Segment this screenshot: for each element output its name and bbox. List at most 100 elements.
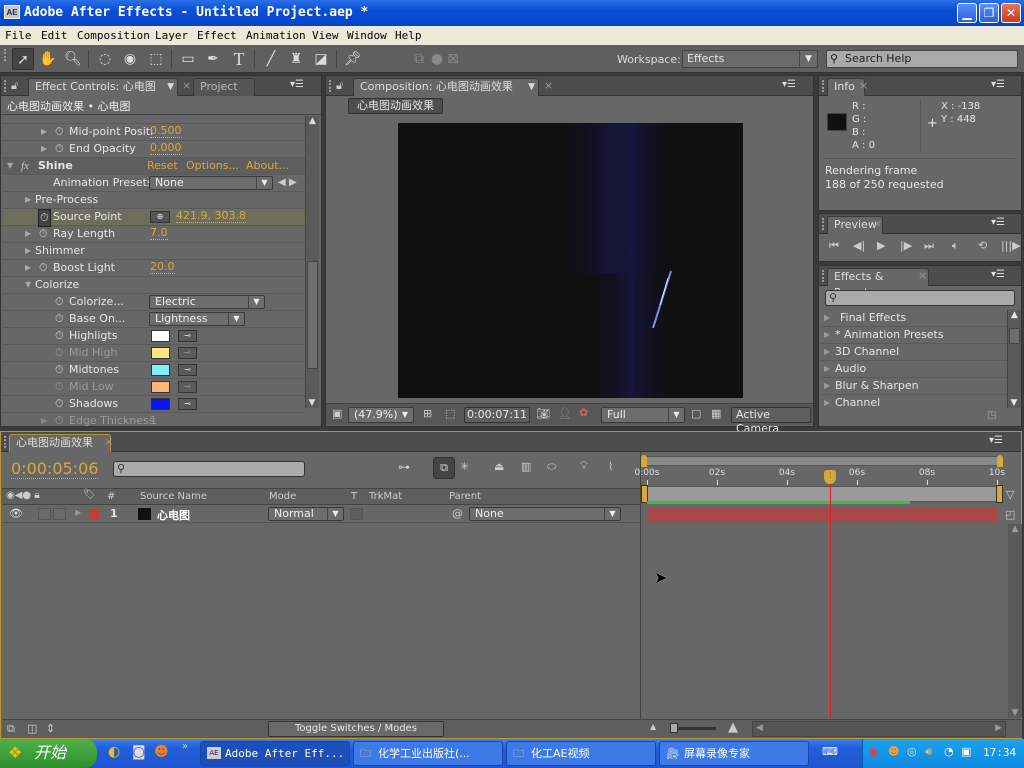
expand-arrow-icon[interactable]: ▶ (41, 141, 47, 157)
eyedropper-icon[interactable]: ⊸ (178, 347, 197, 359)
motion-blur-icon[interactable]: ⬭ (547, 460, 556, 474)
column-trkmat[interactable]: TrkMat (369, 491, 402, 502)
stopwatch-icon[interactable]: ⏱︎ (38, 209, 51, 227)
sync-tray-icon[interactable]: ◔ (944, 745, 954, 758)
current-time-display[interactable]: 0:00:07:11 (464, 407, 530, 423)
panel-menu-icon[interactable]: ▾☰ (989, 435, 1003, 446)
panel-grip[interactable] (4, 436, 8, 448)
task-folder-publisher[interactable]: 🗀 化学工业出版社(... (353, 741, 503, 766)
composition-viewer[interactable] (398, 123, 743, 398)
scroll-thumb[interactable] (1009, 328, 1020, 344)
blend-mode-dropdown[interactable]: Normal ▼ (268, 507, 344, 521)
tab-project[interactable]: Project (193, 78, 255, 96)
restore-button[interactable]: ❐ (979, 3, 999, 23)
close-tab-icon[interactable]: × (544, 79, 553, 92)
label-color-swatch[interactable] (89, 509, 99, 519)
tab-timeline[interactable]: 心电图动画效果 (9, 434, 111, 452)
expand-arrow-icon[interactable]: ▶ (824, 344, 830, 360)
brush-tool-icon[interactable]: ╱ (260, 48, 282, 70)
expand-arrow-icon[interactable]: ▶ (25, 260, 31, 276)
clock[interactable]: 17:34 (983, 746, 1016, 759)
about-link[interactable]: About... (246, 158, 289, 174)
zoom-tool-icon[interactable]: 🔍︎ (62, 48, 84, 70)
colorize-dropdown[interactable]: Electric ▼ (149, 295, 265, 309)
expand-arrow-icon[interactable]: ▶ (25, 243, 31, 259)
menu-effect[interactable]: Effect (197, 29, 237, 42)
network-tray-icon[interactable]: ◎ (907, 745, 917, 758)
camera-view-dropdown[interactable]: Active Camera (731, 407, 811, 435)
property-value[interactable]: 0.500 (150, 124, 182, 138)
play-icon[interactable]: ▶ (877, 239, 885, 252)
in-out-icon[interactable]: ⇕ (46, 722, 55, 735)
close-tab-icon[interactable]: × (104, 435, 113, 448)
last-frame-icon[interactable]: ⏭ (924, 239, 934, 253)
timeline-zoom-icon[interactable]: ◰ (1005, 508, 1015, 521)
layer-duration-bar[interactable] (647, 507, 997, 522)
expand-arrow-icon[interactable]: ▶ (41, 413, 47, 426)
column-t[interactable]: T (351, 491, 357, 502)
effects-category-item[interactable]: ▶ Final Effects (821, 310, 1007, 327)
scroll-thumb[interactable] (307, 261, 318, 369)
scroll-up-icon[interactable]: ▲ (1008, 310, 1021, 320)
menu-edit[interactable]: Edit (41, 29, 68, 42)
timeline-scrollbar[interactable]: ▲ ▼ (1008, 524, 1022, 718)
crosshair-icon[interactable]: ⊕ (150, 211, 170, 223)
panel-grip[interactable] (4, 49, 8, 61)
property-value[interactable]: 1 (150, 413, 157, 426)
prev-preset-icon[interactable]: ◀ (278, 175, 286, 191)
eyedropper-icon[interactable]: ⊸ (178, 381, 197, 393)
rotation-tool-icon[interactable]: ◌ (94, 48, 116, 70)
tab-composition[interactable]: Composition: 心电图动画效果 ▼ (353, 78, 539, 96)
scroll-left-icon[interactable]: ◀ (756, 723, 763, 733)
menu-file[interactable]: File (5, 29, 32, 42)
color-swatch[interactable] (151, 347, 170, 359)
rectangle-tool-icon[interactable]: ▭ (177, 48, 199, 70)
next-preset-icon[interactable]: ▶ (289, 175, 297, 191)
task-after-effects[interactable]: AE Adobe After Eff... (200, 741, 350, 766)
panel-grip[interactable] (822, 270, 826, 282)
audio-icon[interactable]: 🔈︎ (952, 239, 959, 253)
tab-effect-controls[interactable]: Effect Controls: 心电图 ▼ (28, 78, 178, 96)
color-swatch[interactable] (151, 398, 170, 410)
stopwatch-icon[interactable]: ⏱︎ (55, 379, 64, 395)
zoom-in-icon[interactable]: ▲ (728, 720, 738, 735)
close-tab-icon[interactable]: × (918, 269, 927, 282)
effects-category-item[interactable]: ▶ Channel (821, 395, 1007, 410)
eraser-tool-icon[interactable]: ◪ (310, 48, 332, 70)
column-number[interactable]: # (107, 491, 115, 502)
close-button[interactable]: ✕ (1001, 3, 1021, 23)
close-tab-icon[interactable]: × (873, 217, 882, 230)
show-snapshot-icon[interactable]: 👤︎ (558, 407, 572, 420)
task-screen-recorder[interactable]: 🎥︎ 屏幕录像专家 (659, 741, 809, 766)
layer-name[interactable]: 心电图 (157, 507, 190, 523)
channel-icon[interactable]: ✿ (579, 406, 588, 419)
layer-switches-icon[interactable]: ⧉ (7, 722, 15, 736)
horizontal-scrollbar[interactable]: ◀ ▶ (752, 721, 1006, 737)
task-folder-ae-video[interactable]: 🗀 化工AE视频 (506, 741, 656, 766)
stopwatch-icon[interactable]: ⏱︎ (55, 328, 64, 344)
time-navigator-bar[interactable] (641, 456, 1003, 466)
property-value[interactable]: 421.9, 303.8 (176, 209, 246, 223)
expand-arrow-icon[interactable]: ▶ (824, 327, 830, 343)
panel-menu-icon[interactable]: ▾☰ (991, 217, 1005, 228)
first-frame-icon[interactable]: ⏮ (829, 239, 839, 253)
mask-visibility-icon[interactable]: ⬚ (445, 407, 455, 420)
next-frame-icon[interactable]: |▶ (900, 239, 912, 252)
graph-editor-icon[interactable]: ⌇ (608, 460, 613, 473)
always-preview-icon[interactable]: ▣ (332, 407, 342, 420)
expand-arrow-icon[interactable]: ▶ (25, 192, 31, 208)
menu-window[interactable]: Window (347, 29, 387, 42)
frame-blending-icon[interactable]: ▥ (521, 460, 531, 473)
expand-arrow-icon[interactable]: ▶ (41, 124, 47, 140)
eyedropper-icon[interactable]: ⊸ (178, 398, 197, 410)
pen-tool-icon[interactable]: ✒ (202, 48, 224, 70)
transfer-controls-icon[interactable]: ◫ (27, 722, 37, 735)
loop-icon[interactable]: ⟲ (978, 239, 987, 252)
magnification-dropdown[interactable]: (47.9%) ▼ (348, 407, 414, 423)
monitor-tray-icon[interactable]: ▣ (961, 745, 971, 758)
app-tray-icon[interactable]: ☻ (888, 745, 899, 758)
keyboard-icon[interactable]: ⌨ (822, 745, 838, 758)
pickwhip-icon[interactable]: @ (452, 507, 463, 520)
effects-category-item[interactable]: ▶ * Animation Presets (821, 327, 1007, 344)
stopwatch-icon[interactable]: ⏱︎ (39, 226, 48, 242)
